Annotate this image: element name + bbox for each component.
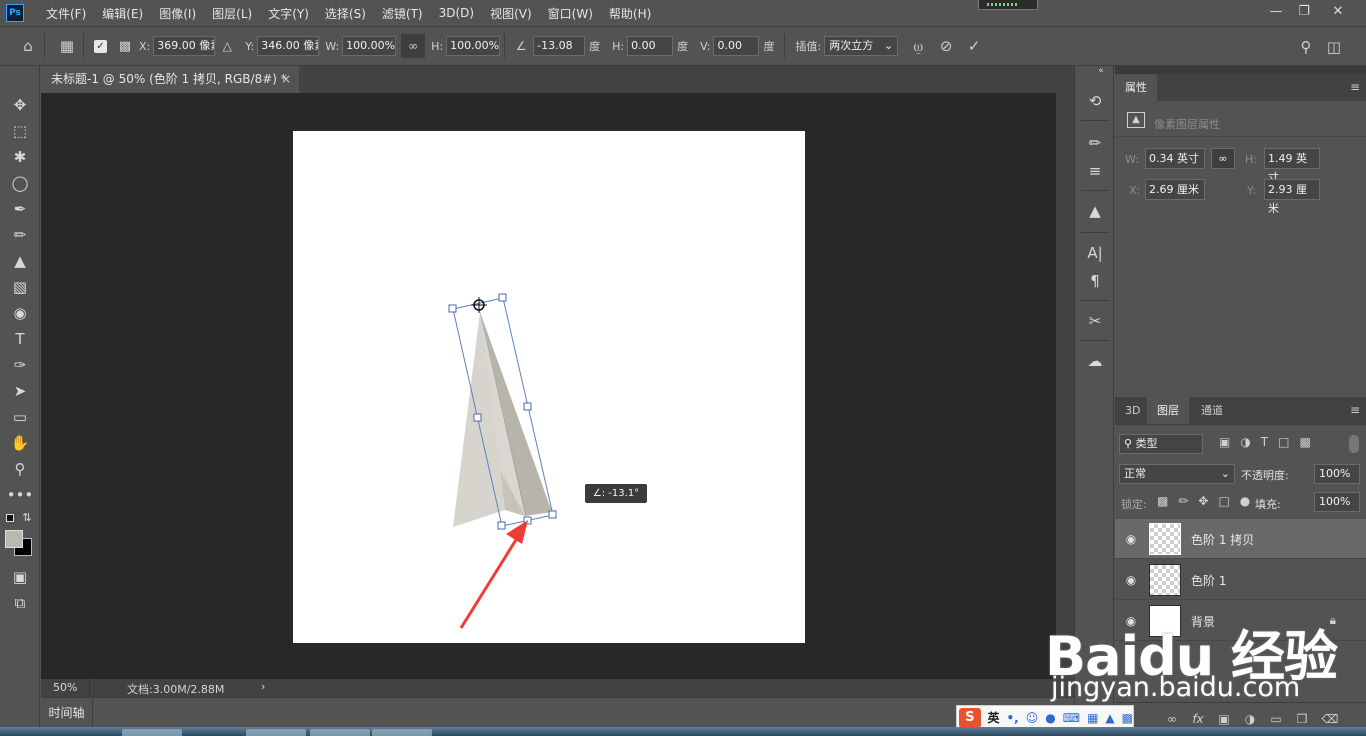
- windows-taskbar: [0, 727, 1366, 736]
- menu-grid-icon[interactable]: ▩: [1122, 711, 1133, 725]
- panel-menu-icon[interactable]: ≡: [1350, 80, 1360, 94]
- transform-handle[interactable]: [497, 521, 506, 530]
- layer-name: 色阶 1 拷贝: [1191, 533, 1255, 547]
- tab-channels[interactable]: 通道: [1191, 397, 1233, 424]
- brush-settings-icon[interactable]: ✏: [1083, 132, 1107, 154]
- pixel-layer-icon: ▲: [1127, 112, 1145, 128]
- lock-label: 锁定:: [1121, 498, 1147, 511]
- properties-panel: 属性 ≡ ▲ 像素图层属性 W: 0.34 英寸 ∞ H: 1.49 英寸 X:…: [1115, 66, 1366, 396]
- tab-3d[interactable]: 3D: [1115, 397, 1150, 424]
- skin-icon[interactable]: ▲: [1105, 711, 1114, 725]
- opacity-field[interactable]: 100%: [1314, 464, 1360, 484]
- fill-field[interactable]: 100%: [1314, 492, 1360, 512]
- zoom-level[interactable]: 50%: [53, 681, 77, 694]
- divider: [1081, 340, 1109, 341]
- rotation-angle-tooltip: ∠: -13.1°: [585, 484, 647, 503]
- adjustments-panel-icon[interactable]: ≡: [1083, 160, 1107, 182]
- divider: [1115, 136, 1366, 137]
- collapse-dock-icon[interactable]: «: [1089, 66, 1113, 76]
- tab-layers[interactable]: 图层: [1147, 397, 1189, 424]
- emoji-icon[interactable]: ☺: [1026, 711, 1039, 725]
- layer-thumbnail: [1149, 523, 1181, 555]
- prop-height-field[interactable]: 1.49 英寸: [1264, 148, 1320, 184]
- layer-row[interactable]: ◉ 色阶 1 拷贝: [1115, 519, 1366, 559]
- sogou-logo-icon[interactable]: S: [959, 707, 981, 728]
- libraries-icon[interactable]: ☁: [1083, 350, 1107, 372]
- eye-icon[interactable]: ◉: [1123, 532, 1139, 546]
- tab-properties[interactable]: 属性: [1115, 74, 1157, 101]
- divider: [1081, 120, 1109, 121]
- chevron-right-icon[interactable]: ›: [261, 680, 265, 693]
- layer-filter-value: 类型: [1135, 437, 1158, 450]
- timeline-panel: 时间轴: [41, 697, 1074, 728]
- baidu-jingyan-watermark: Baidu 经验 jingyan.baidu.com: [1045, 612, 1355, 708]
- layer-thumbnail: [1149, 564, 1181, 596]
- prop-x-field[interactable]: 2.69 厘米: [1145, 179, 1205, 200]
- keyboard-icon[interactable]: ⌨: [1063, 711, 1080, 725]
- divider: [1081, 232, 1109, 233]
- annotation-arrow-shaft: [459, 534, 521, 629]
- tools-icon[interactable]: ▦: [1087, 711, 1098, 725]
- layer-filter-icons[interactable]: ▣◑T□▩: [1219, 435, 1321, 449]
- status-bar: 50% 文档:3.00M/2.88M ›: [41, 679, 1074, 697]
- punctuation-icon[interactable]: •,: [1007, 711, 1019, 725]
- layer-row[interactable]: ◉ 色阶 1: [1115, 560, 1366, 600]
- fill-label: 填充:: [1255, 498, 1281, 511]
- document-size: 文档:3.00M/2.88M: [127, 683, 225, 696]
- taskbar-item[interactable]: [372, 729, 432, 736]
- layer-name: 色阶 1: [1191, 574, 1227, 588]
- properties-subtitle: 像素图层属性: [1154, 118, 1220, 131]
- new-layer-icon[interactable]: ❐: [1293, 712, 1311, 728]
- history-panel-icon[interactable]: ⟲: [1083, 90, 1107, 112]
- link-layers-icon[interactable]: ∞: [1163, 712, 1181, 728]
- prop-link-icon[interactable]: ∞: [1211, 148, 1235, 169]
- prop-x-label: X:: [1129, 184, 1141, 197]
- divider: [89, 679, 90, 697]
- clone-source-icon[interactable]: ▲: [1083, 200, 1107, 222]
- taskbar-item[interactable]: [246, 729, 306, 736]
- blend-mode-select[interactable]: 正常 ⌄: [1119, 464, 1235, 484]
- watermark-url: jingyan.baidu.com: [1051, 672, 1301, 703]
- divider: [1081, 190, 1109, 191]
- taskbar-item[interactable]: [310, 729, 370, 736]
- timeline-tab[interactable]: 时间轴: [41, 698, 93, 728]
- prop-y-label: Y:: [1247, 184, 1256, 197]
- ime-language-toggle[interactable]: 英: [988, 709, 1000, 726]
- lock-icons[interactable]: ▩✏✥□●: [1157, 494, 1260, 508]
- eye-icon[interactable]: ◉: [1123, 573, 1139, 587]
- prop-w-label: W:: [1125, 153, 1139, 166]
- chevron-down-icon: ⌄: [1220, 467, 1230, 480]
- adjustment-layer-icon[interactable]: ◑: [1241, 712, 1259, 728]
- properties-tabs: 属性 ≡: [1115, 66, 1366, 101]
- annotation-arrow-head: [506, 520, 528, 544]
- transform-handle[interactable]: [473, 413, 482, 422]
- transform-handle[interactable]: [498, 293, 507, 302]
- add-mask-icon[interactable]: ▣: [1215, 712, 1233, 728]
- transform-handle[interactable]: [448, 304, 457, 313]
- tool-presets-icon[interactable]: ✂: [1083, 310, 1107, 332]
- prop-h-label: H:: [1245, 153, 1257, 166]
- prop-width-field[interactable]: 0.34 英寸: [1145, 148, 1205, 169]
- new-group-icon[interactable]: ▭: [1267, 712, 1285, 728]
- layer-style-icon[interactable]: fx: [1189, 712, 1207, 728]
- prop-y-field[interactable]: 2.93 厘米: [1264, 179, 1320, 215]
- character-panel-icon[interactable]: A|: [1083, 242, 1107, 264]
- transform-handle[interactable]: [548, 510, 557, 519]
- opacity-label: 不透明度:: [1241, 469, 1289, 482]
- search-icon: ⚲: [1124, 437, 1136, 450]
- paragraph-panel-icon[interactable]: ¶: [1083, 270, 1107, 292]
- blend-mode-value: 正常: [1124, 467, 1146, 480]
- microphone-icon[interactable]: ●: [1045, 711, 1055, 725]
- transform-handle[interactable]: [523, 402, 532, 411]
- delete-layer-icon[interactable]: ⌫: [1321, 712, 1339, 728]
- filter-toggle[interactable]: [1349, 435, 1359, 453]
- layers-tabs: 3D 图层 通道 ≡: [1115, 397, 1366, 425]
- panel-menu-icon[interactable]: ≡: [1350, 403, 1360, 417]
- layer-filter-select[interactable]: ⚲ 类型: [1119, 434, 1203, 454]
- divider: [1081, 300, 1109, 301]
- taskbar-item[interactable]: [122, 729, 182, 736]
